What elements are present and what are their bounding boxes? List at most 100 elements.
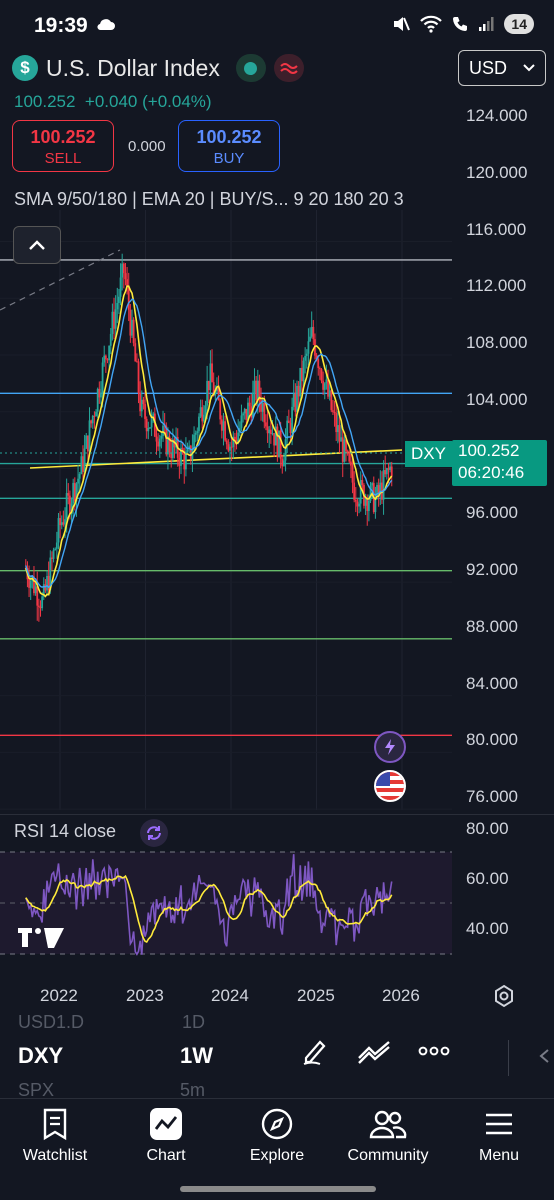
candle-body — [183, 453, 186, 470]
delayed-data-indicator[interactable] — [273, 54, 304, 82]
trend-tools-icon[interactable] — [356, 1036, 392, 1066]
candle-body — [129, 309, 132, 336]
tab-explore[interactable]: Explore — [222, 1107, 332, 1165]
buy-price: 100.252 — [196, 127, 262, 147]
price-axis-label: 76.000 — [466, 787, 518, 806]
symbol-price-tag: DXY — [405, 441, 452, 467]
symbol-picker[interactable]: DXY — [18, 1043, 63, 1069]
us-flag-button[interactable] — [374, 770, 406, 802]
candle-body — [101, 362, 104, 393]
candle-body — [104, 355, 107, 360]
tab-community[interactable]: Community — [333, 1107, 443, 1165]
price-axis-label: 120.000 — [466, 163, 528, 182]
interval-picker-prev[interactable]: 1D — [182, 1012, 205, 1033]
rsi-chart[interactable] — [0, 840, 554, 970]
candle-body — [304, 355, 307, 361]
candle-body — [389, 466, 392, 470]
rsi-axis-label: 40.00 — [466, 919, 509, 938]
candle-body — [220, 419, 223, 431]
chevron-left-icon[interactable] — [538, 1048, 550, 1064]
candle-body — [224, 421, 227, 441]
time-axis-label: 2025 — [297, 986, 335, 1005]
candle-body — [121, 263, 124, 278]
candle-body — [271, 433, 274, 435]
spread-value: 0.000 — [128, 138, 166, 155]
candle-body — [278, 430, 280, 458]
events-button[interactable] — [374, 731, 406, 763]
candle-body — [268, 429, 271, 434]
candle-body — [199, 407, 202, 417]
candle-body — [145, 418, 148, 432]
chevron-down-icon — [523, 64, 535, 72]
tab-menu[interactable]: Menu — [444, 1107, 554, 1165]
candle-body — [109, 333, 112, 346]
candle-body — [227, 444, 230, 451]
candle-body — [95, 411, 97, 417]
tab-label: Explore — [249, 1147, 305, 1164]
candle-body — [137, 361, 140, 393]
us-flag-icon — [376, 772, 404, 800]
indicators-legend[interactable]: SMA 9/50/180 | EMA 20 | BUY/S... 9 20 18… — [14, 189, 404, 210]
candle-body — [73, 482, 76, 502]
rsi-label[interactable]: RSI 14 close — [14, 821, 116, 842]
lightning-icon — [385, 739, 395, 755]
more-icon[interactable] — [418, 1046, 450, 1056]
candle-body — [135, 361, 138, 363]
pane-separator — [0, 814, 554, 815]
candle-body — [245, 408, 248, 421]
collapse-button[interactable] — [13, 226, 61, 264]
price-axis-label: 84.000 — [466, 674, 518, 693]
sell-button[interactable]: 100.252 SELL — [12, 120, 114, 172]
currency-select[interactable]: USD — [458, 50, 546, 86]
candle-body — [325, 379, 328, 384]
candle-body — [196, 431, 199, 433]
candle-body — [320, 369, 323, 381]
price-axis-label: 96.000 — [466, 503, 518, 522]
symbol-header[interactable]: $ U.S. Dollar Index — [12, 54, 304, 82]
price-axis-label: 112.000 — [466, 276, 527, 295]
candle-body — [46, 575, 48, 591]
price-axis-label: 124.000 — [466, 106, 528, 125]
candle-body — [328, 390, 331, 397]
symbol-name[interactable]: U.S. Dollar Index — [46, 55, 220, 82]
pencil-icon[interactable] — [300, 1036, 330, 1066]
last-price: 100.252 — [14, 92, 76, 111]
currency-value: USD — [469, 57, 508, 78]
buy-button[interactable]: 100.252 BUY — [178, 120, 280, 172]
candle-body — [57, 518, 60, 543]
candle-body — [371, 483, 374, 486]
tab-chart[interactable]: Chart — [111, 1107, 221, 1165]
home-indicator[interactable] — [180, 1186, 376, 1192]
candle-body — [34, 586, 37, 594]
candle-body — [382, 470, 385, 500]
candle-body — [269, 429, 272, 434]
candle-body — [88, 420, 91, 452]
candle-body — [289, 422, 292, 434]
interval-picker[interactable]: 1W — [180, 1043, 213, 1069]
candle-body — [266, 426, 269, 434]
candle-body — [37, 605, 40, 607]
candle-body — [82, 456, 84, 472]
candle-body — [307, 341, 310, 354]
battery-badge: 14 — [504, 14, 534, 34]
candle-body — [96, 388, 99, 412]
candle-body — [359, 479, 362, 504]
candle-body — [385, 468, 388, 475]
candle-body — [114, 309, 117, 329]
candle-body — [211, 363, 213, 383]
time-axis-label: 2026 — [382, 986, 420, 1005]
price-tag-countdown: 06:20:46 — [458, 463, 525, 482]
rsi-axis-label: 60.00 — [466, 869, 509, 888]
candle-body — [299, 367, 302, 397]
candle-body — [296, 385, 298, 412]
candle-body — [384, 470, 387, 475]
candle-body — [209, 363, 212, 391]
price-axis-label: 92.000 — [466, 560, 518, 579]
candle-body — [332, 410, 334, 412]
tab-watchlist[interactable]: Watchlist — [0, 1107, 110, 1165]
candle-body — [291, 406, 293, 434]
chart-settings-icon[interactable] — [492, 984, 516, 1008]
market-open-indicator[interactable] — [235, 54, 266, 82]
symbol-picker-prev[interactable]: USD1.D — [18, 1012, 84, 1033]
candle-body — [122, 263, 125, 274]
